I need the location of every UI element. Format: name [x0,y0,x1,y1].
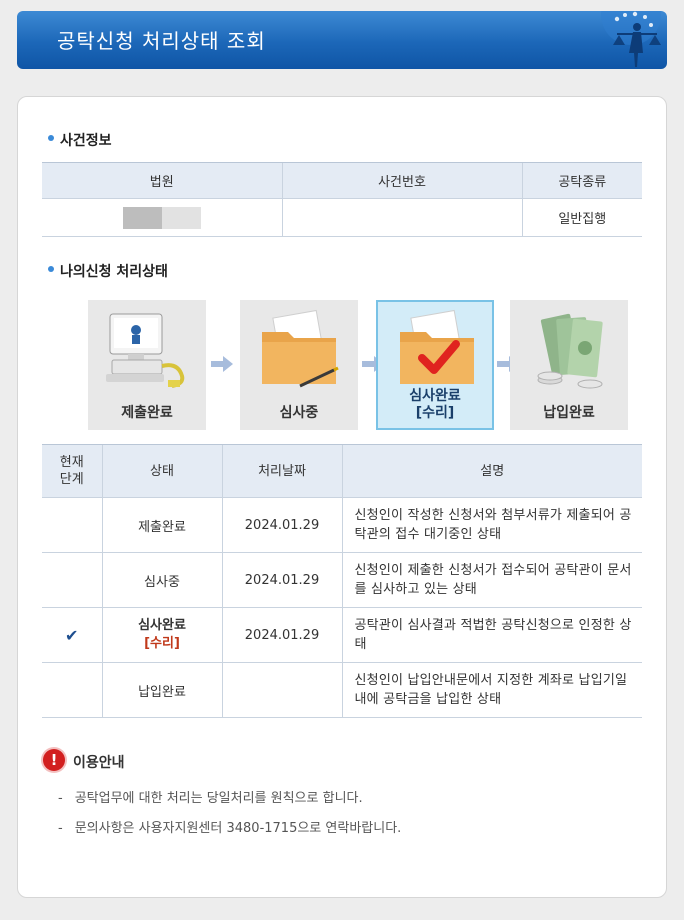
list-item: - 문의사항은 사용자지원센터 3480-1715으로 연락바랍니다. [58,819,401,849]
column-header-state: 상태 [101,444,222,498]
state-cell: 납입완료 [101,662,222,718]
list-item: - 공탁업무에 대한 처리는 당일처리를 원칙으로 합니다. [58,789,401,819]
page-title: 공탁신청 처리상태 조회 [57,29,266,53]
state-sub-label: [수리] [144,636,180,651]
step-label: 제출완료 [121,405,173,421]
folder-icon [262,309,339,388]
table-row: 납입완료 신청인이 납입안내문에서 지정한 계좌로 납입기일 내에 공탁금을 납… [42,662,642,718]
step-label: 심사완료 [수리] [378,388,492,422]
deposit-type-cell: 일반집행 [521,198,642,237]
desc-cell: 신청인이 제출한 신청서가 접수되어 공탁관이 문서를 심사하고 있는 상태 [341,552,642,608]
notice-list: - 공탁업무에 대한 처리는 당일처리를 원칙으로 합니다. - 문의사항은 사용자… [58,789,401,849]
exclamation-icon: ! [43,749,65,771]
notice-item-text: 문의사항은 사용자지원센터 3480-1715으로 연락바랍니다. [74,821,402,836]
notice-title: 이용안내 [73,755,125,771]
arrow-right-icon [211,356,233,372]
case-number-cell [281,198,522,237]
court-cell [42,198,282,237]
state-cell: 심사중 [101,552,222,608]
step-label: 심사중 [279,405,319,421]
column-header-current-step: 현재 단계 [42,444,102,498]
dash-icon: - [58,821,63,836]
table-row: 제출완료 2024.01.29 신청인이 작성한 신청서와 첨부서류가 제출되어… [42,497,642,553]
date-cell: 2024.01.29 [221,552,342,608]
page-header: 공탁신청 처리상태 조회 [17,11,667,69]
justice-logo-icon [601,11,661,67]
column-header-case-number: 사건번호 [281,162,522,199]
step-review-complete: 심사완료 [수리] [376,300,494,430]
current-cell: ✔ [42,607,102,663]
dash-icon: - [58,791,63,806]
column-header-court: 법원 [42,162,282,199]
current-cell [42,497,102,553]
desc-cell: 신청인이 작성한 신청서와 첨부서류가 제출되어 공탁관의 접수 대기중인 상태 [341,497,642,553]
table-row: 심사중 2024.01.29 신청인이 제출한 신청서가 접수되어 공탁관이 문… [42,552,642,608]
table-header-row: 법원 사건번호 공탁종류 [42,162,642,199]
step-label: 납입완료 [543,405,595,421]
section-title-my-status: 나의신청 처리상태 [48,261,168,281]
state-cell: 제출완료 [101,497,222,553]
table-row: 일반집행 [42,198,642,237]
table-header-row: 현재 단계 상태 처리날짜 설명 [42,444,642,498]
step-label-sub: [수리] [415,405,455,421]
date-cell: 2024.01.29 [221,607,342,663]
current-step-label: 현재 [59,455,84,470]
current-cell [42,662,102,718]
table-row: ✔ 심사완료 [수리] 2024.01.29 공탁관이 심사결과 적법한 공탁신… [42,607,642,663]
money-icon [537,313,603,389]
section-title-case-info: 사건정보 [48,130,112,150]
state-cell: 심사완료 [수리] [101,607,222,663]
status-table: 현재 단계 상태 처리날짜 설명 제출완료 2024.01.29 신청인이 작성… [42,444,642,718]
step-reviewing: 심사중 [240,300,358,430]
current-cell [42,552,102,608]
step-submitted: 제출완료 [88,300,206,430]
folder-check-icon [400,309,474,384]
check-icon: ✔ [65,625,79,645]
case-info-table: 법원 사건번호 공탁종류 일반집행 [42,162,642,237]
step-paid: 납입완료 [510,300,628,430]
column-header-deposit-type: 공탁종류 [521,162,642,199]
column-header-date: 처리날짜 [221,444,342,498]
state-label: 심사완료 [138,618,186,633]
date-cell [221,662,342,718]
desc-cell: 공탁관이 심사결과 적법한 공탁신청으로 인정한 상태 [341,607,642,663]
court-redacted [122,206,201,229]
column-header-desc: 설명 [341,444,642,498]
progress-steps: 제출완료 심사중 심사완료 [수리] 납입완료 [88,300,628,432]
notice-item-text: 공탁업무에 대한 처리는 당일처리를 원칙으로 합니다. [74,791,363,806]
computer-icon [106,313,185,388]
content-panel: 사건정보 법원 사건번호 공탁종류 일반집행 나의신청 처리상태 제출완료 심사… [17,96,667,898]
current-step-label-2: 단계 [59,472,84,487]
step-label-main: 심사완료 [409,388,461,404]
date-cell: 2024.01.29 [221,497,342,553]
desc-cell: 신청인이 납입안내문에서 지정한 계좌로 납입기일 내에 공탁금을 납입한 상태 [341,662,642,718]
